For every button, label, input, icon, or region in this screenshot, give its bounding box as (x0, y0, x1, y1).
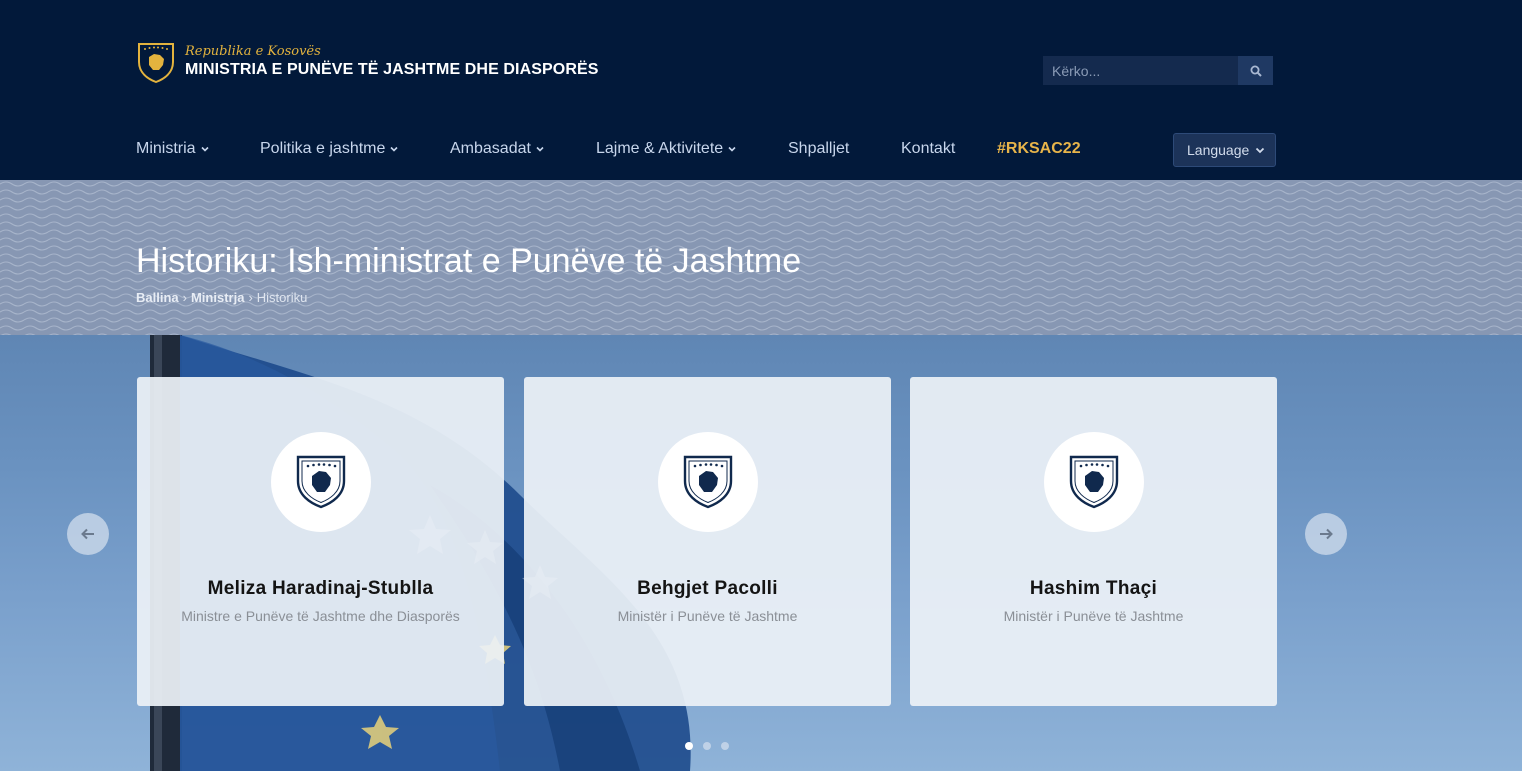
logo-subtitle: Republika e Kosovës (185, 44, 321, 59)
nav-item-label: Ministria (136, 140, 196, 157)
nav-item-politika[interactable]: Politika e jashtme (260, 140, 398, 158)
carousel-dot-3[interactable] (721, 742, 729, 750)
minister-role: Ministër i Punëve të Jashtme (1003, 608, 1184, 624)
breadcrumb-current: Historiku (256, 290, 308, 305)
carousel-pagination (685, 742, 739, 750)
nav-item-kontakt[interactable]: Kontakt (901, 140, 955, 158)
breadcrumb-link-ministria[interactable]: Ministrja (191, 290, 244, 305)
minister-card[interactable]: Behgjet Pacolli Ministër i Punëve të Jas… (524, 377, 891, 706)
minister-name: Behgjet Pacolli (637, 578, 778, 599)
kosovo-emblem-icon (296, 455, 345, 509)
card-emblem (270, 432, 371, 532)
nav-item-label: Lajme & Aktivitete (596, 140, 724, 157)
nav-item-label: Kontakt (901, 140, 956, 157)
search-input[interactable] (1043, 56, 1238, 85)
card-emblem (657, 432, 758, 532)
language-select-label: Language (1187, 142, 1250, 158)
minister-card[interactable]: Meliza Haradinaj-Stublla Ministre e Punë… (137, 377, 504, 706)
card-emblem (1043, 432, 1144, 532)
nav-item-shpalljet[interactable]: Shpalljet (788, 140, 849, 158)
breadcrumb-separator: › (182, 290, 187, 305)
chevron-down-icon (200, 146, 209, 152)
breadcrumb: Ballina › Ministrja › Historiku (136, 290, 307, 305)
chevron-down-icon (728, 146, 736, 152)
language-select[interactable]: Language (1173, 133, 1276, 167)
minister-role: Ministër i Punëve të Jashtme (617, 608, 798, 624)
nav-item-lajme[interactable]: Lajme & Aktivitete (596, 140, 736, 158)
nav-item-label: Ambasadat (450, 140, 531, 157)
carousel-dot-1[interactable] (685, 742, 693, 750)
nav-item-label: #RKSAC22 (997, 140, 1081, 157)
minister-role: Ministre e Punëve të Jashtme dhe Diaspor… (181, 608, 460, 624)
nav-item-ministria[interactable]: Ministria (136, 140, 209, 158)
site-header: Republika e Kosovës MINISTRIA E PUNËVE T… (0, 0, 1522, 180)
chevron-down-icon (536, 146, 544, 152)
arrow-left-icon (81, 528, 94, 540)
kosovo-emblem-icon (1069, 455, 1118, 509)
minister-name: Meliza Haradinaj-Stublla (207, 578, 434, 599)
nav-item-label: Shpalljet (788, 140, 850, 157)
carousel-next-button[interactable] (1305, 513, 1347, 555)
arrow-right-icon (1320, 528, 1333, 540)
minister-card[interactable]: Hashim Thaçi Ministër i Punëve të Jashtm… (910, 377, 1277, 706)
breadcrumb-link-home[interactable]: Ballina (136, 290, 179, 305)
site-logo[interactable]: Republika e Kosovës MINISTRIA E PUNËVE T… (136, 40, 599, 84)
nav-item-rksac22[interactable]: #RKSAC22 (997, 140, 1081, 158)
kosovo-shield-icon (138, 43, 174, 84)
carousel-prev-button[interactable] (67, 513, 109, 555)
logo-title: MINISTRIA E PUNËVE TË JASHTME DHE DIASPO… (185, 61, 599, 78)
search-button[interactable] (1238, 56, 1273, 85)
search-form (1043, 56, 1273, 85)
chevron-down-icon (390, 146, 398, 152)
nav-item-ambasadat[interactable]: Ambasadat (450, 140, 544, 158)
page-title: Historiku: Ish-ministrat e Punëve të Jas… (136, 242, 802, 280)
minister-name: Hashim Thaçi (1029, 578, 1158, 599)
breadcrumb-separator: › (248, 290, 253, 305)
chevron-down-icon (1255, 147, 1265, 154)
carousel-dot-2[interactable] (703, 742, 711, 750)
nav-item-label: Politika e jashtme (260, 140, 386, 157)
kosovo-emblem-icon (683, 455, 732, 509)
search-icon (1250, 65, 1262, 77)
